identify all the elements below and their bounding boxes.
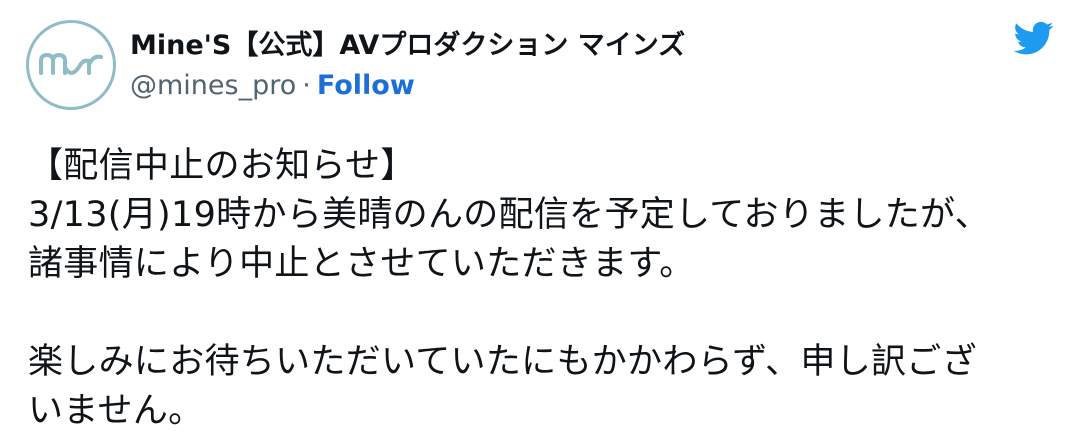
tweet-card: Mine'S【公式】AVプロダクション マインズ @mines_pro · Foll… <box>0 0 1078 442</box>
tweet-text: 【配信中止のお知らせ】 3/13(月)19時から美晴のんの配信を予定しておりまし… <box>28 142 1058 436</box>
author-display-name[interactable]: Mine'S【公式】AVプロダクション マインズ <box>130 28 685 64</box>
tweet-line: 楽しみにお待ちいただいていたにもかかわらず、申し訳ござ <box>28 342 977 382</box>
tweet-line: 諸事情により中止とさせていただきます。 <box>28 244 695 284</box>
tweet-line: 【配信中止のお知らせ】 <box>28 146 416 186</box>
follow-button[interactable]: Follow <box>317 70 415 101</box>
twitter-bird-icon[interactable] <box>1010 18 1058 58</box>
avatar[interactable] <box>26 20 116 110</box>
handle-separator: · <box>302 70 311 101</box>
tweet-line: 3/13(月)19時から美晴のんの配信を予定しておりましたが、 <box>28 195 990 235</box>
author-handle-row: @mines_pro · Follow <box>130 68 415 104</box>
mines-logo-icon <box>39 53 103 75</box>
author-handle[interactable]: @mines_pro <box>130 70 296 101</box>
tweet-line: いません。 <box>28 391 204 431</box>
